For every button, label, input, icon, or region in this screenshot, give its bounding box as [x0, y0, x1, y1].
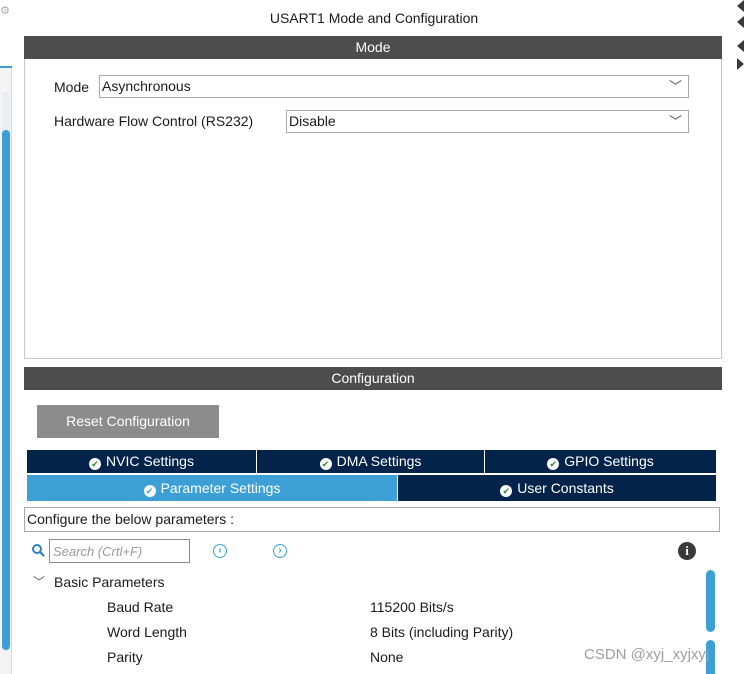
hardware-flow-control-label: Hardware Flow Control (RS232) — [54, 113, 254, 129]
panel-collapse-arrows[interactable] — [731, 0, 753, 120]
hardware-flow-control-select[interactable]: Disable ﹀ — [286, 110, 689, 133]
tab-label: User Constants — [517, 480, 614, 496]
search-input[interactable] — [49, 539, 190, 563]
param-name: Parity — [107, 649, 143, 665]
tab-label: Parameter Settings — [160, 480, 281, 496]
info-icon[interactable]: i — [678, 542, 696, 560]
tab-label: NVIC Settings — [106, 453, 194, 469]
tab-user-constants[interactable]: ✔ User Constants — [398, 475, 716, 501]
check-circle-icon: ✔ — [143, 485, 156, 497]
configure-parameters-hint: Configure the below parameters : — [24, 507, 720, 532]
mode-label: Mode — [54, 79, 90, 95]
mode-select-value: Asynchronous — [102, 78, 191, 94]
tab-dma-settings[interactable]: ✔ DMA Settings — [257, 450, 484, 473]
param-name: Word Length — [107, 624, 187, 640]
tab-nvic-settings[interactable]: ✔ NVIC Settings — [27, 450, 256, 473]
reset-configuration-button[interactable]: Reset Configuration — [37, 405, 219, 438]
chevron-down-icon: ﹀ — [668, 114, 682, 129]
collapse-left-icon[interactable] — [737, 40, 744, 52]
basic-parameters-group[interactable]: Basic Parameters — [54, 572, 164, 592]
parameters-scrollbar-thumb[interactable] — [706, 570, 715, 632]
check-circle-icon: ✔ — [319, 458, 332, 470]
check-circle-icon: ✔ — [547, 458, 560, 470]
collapse-left-icon[interactable] — [737, 0, 744, 12]
tab-label: DMA Settings — [336, 453, 422, 469]
mode-select[interactable]: Asynchronous ﹀ — [99, 75, 689, 98]
hardware-flow-control-value: Disable — [289, 113, 336, 129]
panel-title: USART1 Mode and Configuration — [269, 10, 479, 26]
param-value[interactable]: 115200 Bits/s — [370, 597, 454, 617]
circle-left-icon[interactable]: ‹ — [213, 544, 227, 558]
expand-right-icon[interactable] — [737, 58, 744, 70]
mode-section-header: Mode — [24, 36, 722, 59]
circle-right-icon[interactable]: › — [273, 544, 287, 558]
tab-label: GPIO Settings — [564, 453, 654, 469]
left-scrollbar-thumb[interactable] — [2, 130, 10, 650]
chevron-down-icon[interactable]: ﹀ — [33, 573, 47, 589]
tab-gpio-settings[interactable]: ✔ GPIO Settings — [485, 450, 716, 473]
collapse-left-icon[interactable] — [737, 16, 744, 28]
gear-icon[interactable]: ⚙ — [0, 4, 10, 17]
check-circle-icon: ✔ — [89, 458, 102, 470]
search-icon[interactable] — [31, 540, 45, 560]
configuration-section-header: Configuration — [24, 367, 722, 390]
chevron-down-icon: ﹀ — [668, 79, 682, 94]
param-name: Baud Rate — [107, 599, 174, 615]
watermark-text: CSDN @xyj_xyjxyj — [584, 646, 710, 663]
param-value[interactable]: 8 Bits (including Parity) — [370, 622, 513, 642]
param-value[interactable]: None — [370, 647, 403, 667]
mode-section — [24, 59, 722, 359]
check-circle-icon: ✔ — [500, 485, 513, 497]
tab-parameter-settings[interactable]: ✔ Parameter Settings — [27, 475, 397, 501]
